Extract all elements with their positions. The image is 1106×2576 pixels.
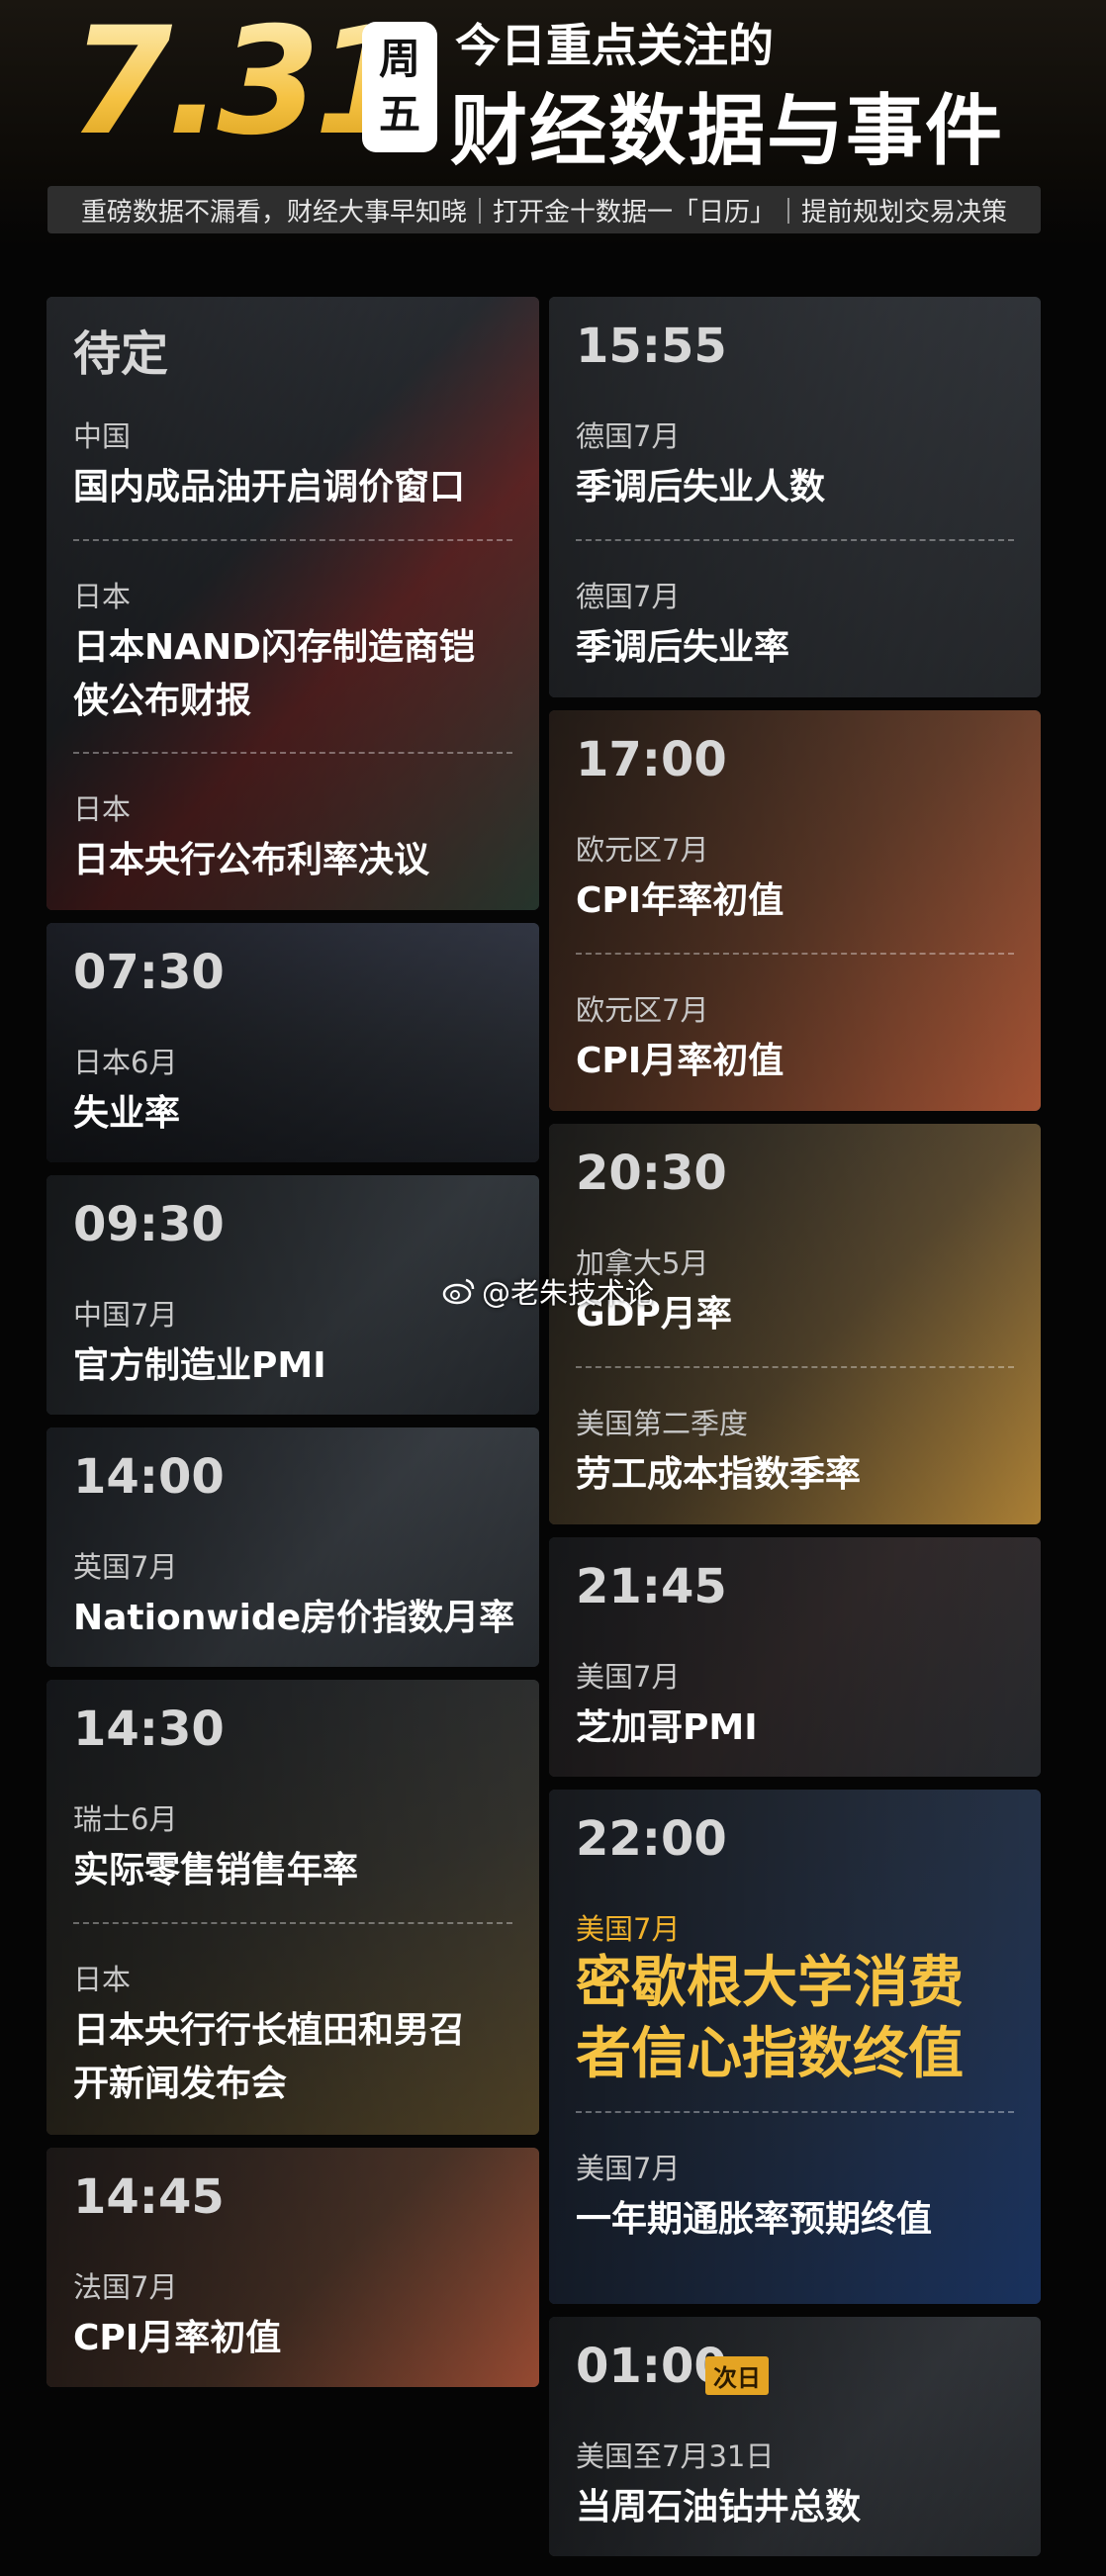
weekday-badge: 周 五 <box>362 22 437 152</box>
event-region: 美国第二季度 <box>576 1407 749 1440</box>
title-line2: 财经数据与事件 <box>450 87 1005 176</box>
event-title: 密歇根大学消费 <box>576 1951 964 2015</box>
event-title: 侠公布财报 <box>73 681 252 721</box>
date: 7.31 <box>69 0 417 168</box>
event-region: 欧元区7月 <box>576 993 709 1027</box>
event-region: 日本 <box>73 1963 132 1996</box>
event-title: 失业率 <box>73 1093 181 1134</box>
event-card[interactable]: 15:55 德国7月 季调后失业人数 德国7月 季调后失业率 <box>549 297 1041 697</box>
event-title: 日本央行公布利率决议 <box>73 840 430 880</box>
event-title: CPI月率初值 <box>576 1041 784 1081</box>
weibo-icon <box>442 1278 475 1305</box>
event-title: CPI年率初值 <box>576 880 784 921</box>
event-title: 季调后失业率 <box>576 627 790 668</box>
event-time: 20:30 <box>576 1146 727 1201</box>
event-time: 21:45 <box>576 1559 727 1614</box>
event-region: 德国7月 <box>576 419 681 453</box>
event-title: 日本NAND闪存制造商铠 <box>73 627 476 668</box>
event-time: 14:45 <box>73 2169 225 2225</box>
event-title: 芝加哥PMI <box>576 1707 758 1748</box>
event-time: 09:30 <box>73 1197 225 1252</box>
event-region: 日本 <box>73 792 132 826</box>
event-region: 瑞士6月 <box>73 1802 178 1836</box>
subtitle: 重磅数据不漏看，财经大事早知晓｜打开金十数据一「日历」｜提前规划交易决策 <box>47 186 1041 233</box>
event-region: 日本 <box>73 580 132 613</box>
event-card[interactable]: 07:30 日本6月 失业率 <box>46 923 539 1162</box>
event-card[interactable]: 01:00 次日 美国至7月31日 当周石油钻井总数 <box>549 2317 1041 2556</box>
event-region: 日本6月 <box>73 1046 178 1079</box>
event-card[interactable]: 待定 中国 国内成品油开启调价窗口 日本 日本NAND闪存制造商铠 侠公布财报 … <box>46 297 539 910</box>
event-card-highlight[interactable]: 22:00 美国7月 密歇根大学消费 者信心指数终值 美国7月 一年期通胀率预期… <box>549 1790 1041 2304</box>
event-title: CPI月率初值 <box>73 2318 282 2358</box>
event-card[interactable]: 14:00 英国7月 Nationwide房价指数月率 <box>46 1427 539 1667</box>
event-region: 美国7月 <box>576 1660 681 1694</box>
event-title: 国内成品油开启调价窗口 <box>73 467 466 507</box>
event-title: 者信心指数终值 <box>576 2022 964 2086</box>
divider <box>576 2111 1014 2113</box>
event-card[interactable]: 21:45 美国7月 芝加哥PMI <box>549 1537 1041 1777</box>
event-card[interactable]: 20:30 加拿大5月 GDP月率 美国第二季度 劳工成本指数季率 <box>549 1124 1041 1524</box>
event-region: 法国7月 <box>73 2270 178 2304</box>
weekday-line1: 周 <box>378 35 420 83</box>
event-time: 14:00 <box>73 1449 225 1505</box>
watermark-text: @老朱技术论 <box>482 1276 655 1310</box>
event-title: 官方制造业PMI <box>73 1345 326 1386</box>
event-region: 德国7月 <box>576 580 681 613</box>
event-region: 英国7月 <box>73 1550 178 1584</box>
watermark: @老朱技术论 <box>442 1270 654 1312</box>
header: 7.31 周 五 今日重点关注的 财经数据与事件 重磅数据不漏看，财经大事早知晓… <box>0 0 1106 247</box>
event-card[interactable]: 14:45 法国7月 CPI月率初值 <box>46 2148 539 2387</box>
event-title: 劳工成本指数季率 <box>576 1454 862 1495</box>
event-card[interactable]: 14:30 瑞士6月 实际零售销售年率 日本 日本央行行长植田和男召 开新闻发布… <box>46 1680 539 2135</box>
event-card[interactable]: 17:00 欧元区7月 CPI年率初值 欧元区7月 CPI月率初值 <box>549 710 1041 1111</box>
event-title: Nationwide房价指数月率 <box>73 1598 515 1638</box>
event-time: 15:55 <box>576 319 727 374</box>
next-day-tag: 次日 <box>705 2356 769 2395</box>
event-region: 美国至7月31日 <box>576 2439 775 2473</box>
event-title: 开新闻发布会 <box>73 2064 288 2104</box>
divider <box>576 1366 1014 1368</box>
event-region: 中国 <box>73 419 132 453</box>
divider <box>576 539 1014 541</box>
event-region: 欧元区7月 <box>576 833 709 867</box>
event-region: 美国7月 <box>576 1912 681 1946</box>
event-time: 07:30 <box>73 945 225 1000</box>
event-region: 美国7月 <box>576 2152 681 2185</box>
divider <box>73 752 512 754</box>
event-title: 季调后失业人数 <box>576 467 826 507</box>
divider <box>73 539 512 541</box>
event-time: 22:00 <box>576 1811 727 1867</box>
event-time: 待定 <box>73 326 169 382</box>
event-title: 日本央行行长植田和男召 <box>73 2010 466 2051</box>
event-title: 当周石油钻井总数 <box>576 2487 862 2528</box>
event-region: 中国7月 <box>73 1298 178 1332</box>
weekday-line2: 五 <box>378 90 420 138</box>
event-time: 01:00 <box>576 2339 727 2394</box>
title-line1: 今日重点关注的 <box>455 19 774 72</box>
event-title: 实际零售销售年率 <box>73 1850 359 1890</box>
event-title: 一年期通胀率预期终值 <box>576 2199 933 2240</box>
divider <box>73 1922 512 1924</box>
event-time: 17:00 <box>576 732 727 787</box>
event-time: 14:30 <box>73 1702 225 1757</box>
divider <box>576 953 1014 955</box>
